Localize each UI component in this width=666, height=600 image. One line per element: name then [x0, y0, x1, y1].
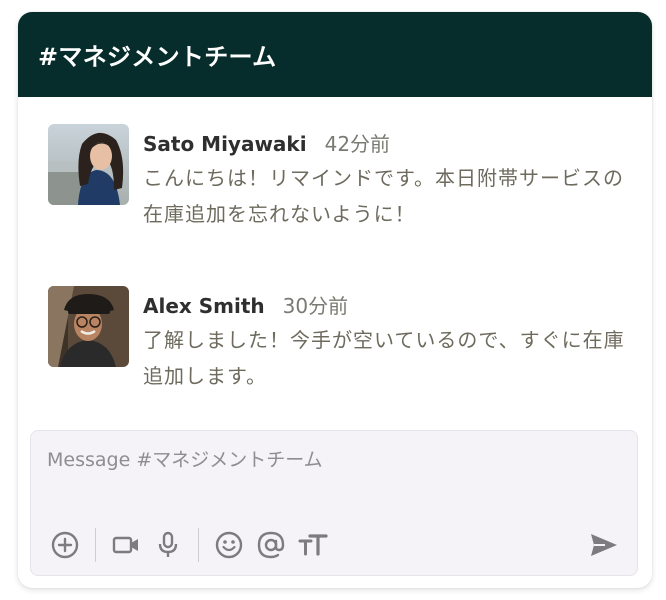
message-item: Sato Miyawaki 42分前 こんにちは！リマインドです。本日附帯サービ… — [48, 124, 625, 232]
chat-panel: #マネジメントチーム Sato Miyawaki 42分前 こんにちは！リマイン… — [18, 12, 652, 588]
message-body: Alex Smith 30分前 了解しました！今手が空いているので、すぐに在庫追… — [143, 286, 625, 394]
text-format-icon[interactable] — [297, 529, 329, 561]
message-text: こんにちは！リマインドです。本日附帯サービスの在庫追加を忘れないように！ — [143, 166, 624, 226]
message-text: 了解しました！今手が空いているので、すぐに在庫追加します。 — [143, 328, 625, 388]
avatar[interactable] — [48, 124, 129, 205]
timestamp: 42分前 — [324, 132, 391, 156]
composer-toolbar — [49, 527, 329, 563]
message-composer — [30, 430, 638, 576]
channel-title: #マネジメントチーム — [38, 43, 277, 71]
timestamp: 30分前 — [282, 294, 349, 318]
microphone-icon[interactable] — [152, 529, 184, 561]
channel-header: #マネジメントチーム — [18, 12, 652, 97]
emoji-icon[interactable] — [213, 529, 245, 561]
send-icon — [591, 534, 617, 556]
author-name[interactable]: Alex Smith — [143, 294, 265, 318]
message-meta: Sato Miyawaki 42分前 — [143, 128, 625, 156]
message-input[interactable] — [47, 449, 607, 471]
message-body: Sato Miyawaki 42分前 こんにちは！リマインドです。本日附帯サービ… — [143, 124, 625, 232]
avatar[interactable] — [48, 286, 129, 367]
toolbar-divider — [95, 528, 96, 562]
author-name[interactable]: Sato Miyawaki — [143, 132, 307, 156]
mention-icon[interactable] — [255, 529, 287, 561]
message-meta: Alex Smith 30分前 — [143, 290, 625, 318]
toolbar-divider — [198, 528, 199, 562]
video-camera-icon[interactable] — [110, 529, 142, 561]
plus-circle-icon[interactable] — [49, 529, 81, 561]
send-button[interactable] — [587, 529, 621, 561]
message-item: Alex Smith 30分前 了解しました！今手が空いているので、すぐに在庫追… — [48, 286, 625, 394]
